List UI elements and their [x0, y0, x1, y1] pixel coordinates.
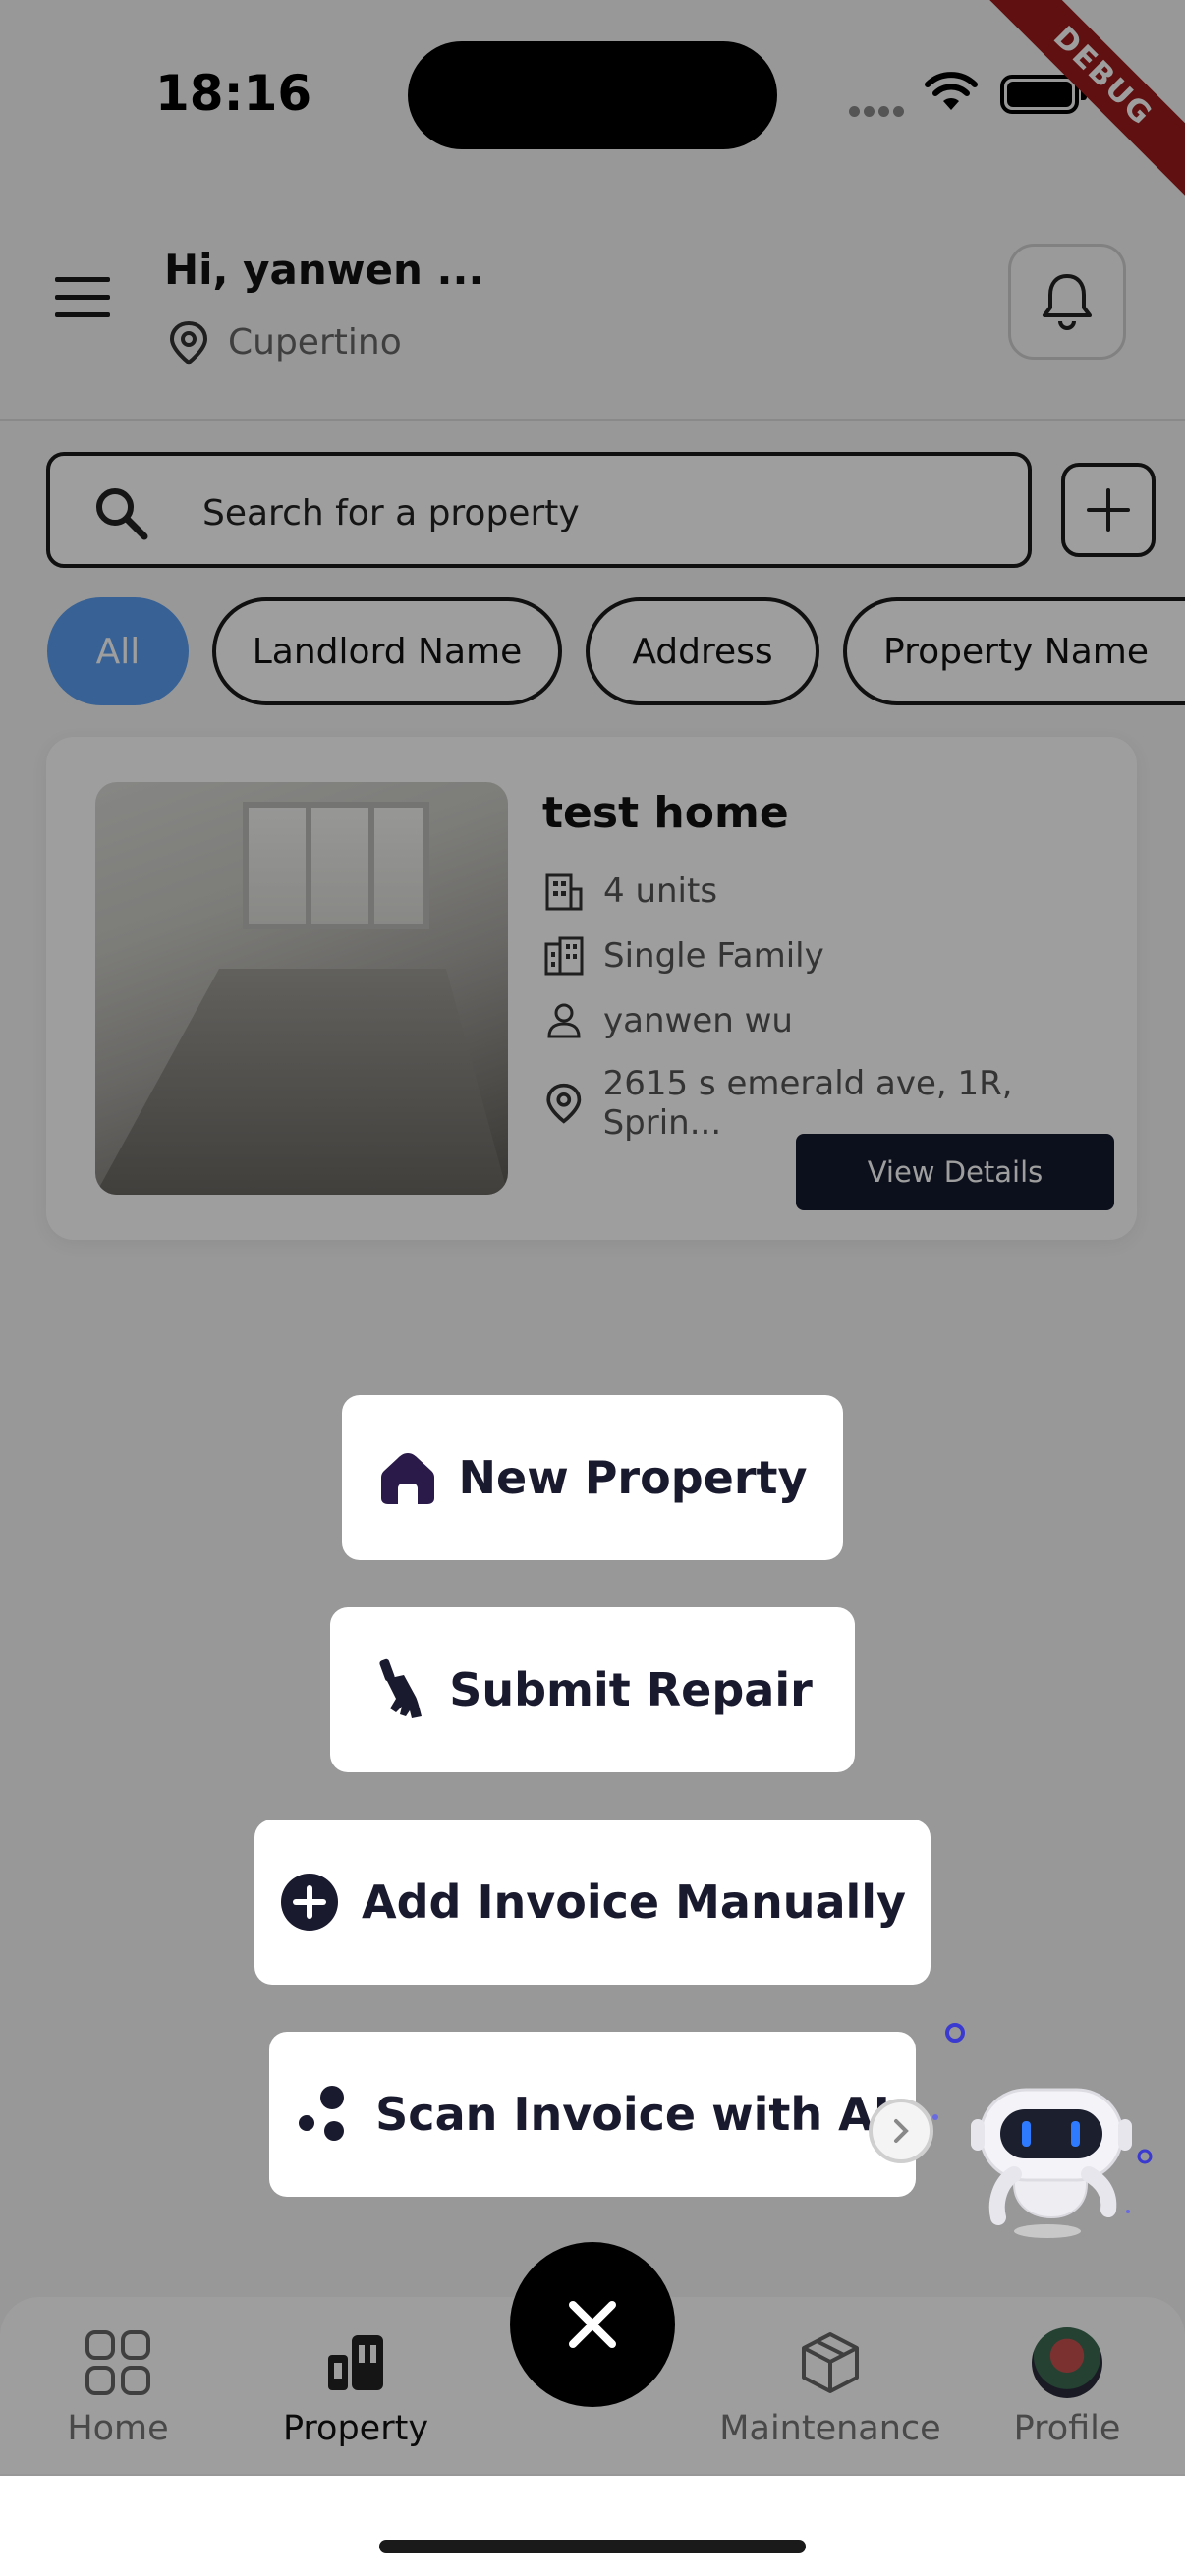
submit-repair-button[interactable]: Submit Repair: [330, 1607, 855, 1772]
home-indicator[interactable]: [379, 2540, 806, 2553]
home-indicator-area: [0, 2476, 1185, 2576]
plus-circle-icon: [280, 1874, 338, 1931]
close-icon: [569, 2301, 616, 2348]
scan-invoice-ai-button[interactable]: Scan Invoice with AI: [269, 2032, 916, 2197]
app-screen: 18:16 DEBUG Hi, yanwen ... Cupertino Sea…: [0, 0, 1185, 2576]
robot-assistant-icon[interactable]: [924, 2009, 1159, 2245]
new-property-label: New Property: [458, 1451, 808, 1504]
brush-icon: [379, 1658, 423, 1718]
new-property-button[interactable]: New Property: [342, 1395, 843, 1560]
add-invoice-manually-button[interactable]: Add Invoice Manually: [254, 1820, 931, 1985]
house-icon: [380, 1453, 434, 1504]
close-fab-button[interactable]: [510, 2242, 675, 2407]
dots-cluster-icon: [299, 2086, 345, 2141]
chevron-right-icon: [894, 2119, 909, 2143]
add-invoice-label: Add Invoice Manually: [361, 1876, 907, 1929]
submit-repair-label: Submit Repair: [449, 1663, 813, 1716]
scan-invoice-label: Scan Invoice with AI: [375, 2088, 890, 2141]
